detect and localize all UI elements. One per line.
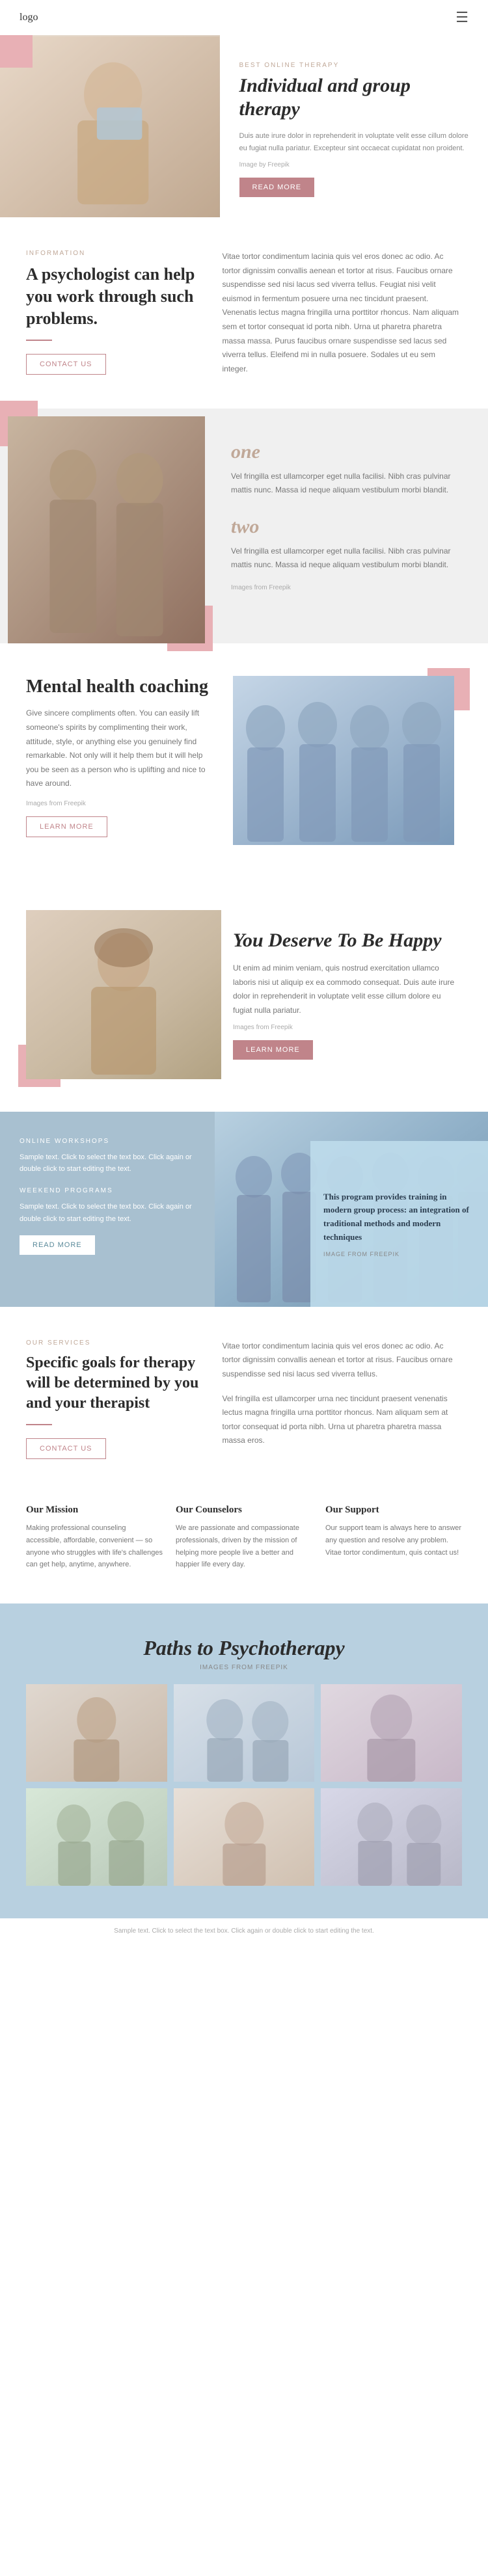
logo: logo — [20, 12, 38, 23]
one-two-section: one Vel fringilla est ullamcorper eget n… — [0, 409, 488, 643]
one-two-image — [0, 409, 205, 643]
hero-description: Duis aute irure dolor in reprehenderit i… — [239, 130, 469, 154]
paths-item-6 — [321, 1788, 462, 1886]
services-left: OUR SERVICES Specific goals for therapy … — [26, 1339, 223, 1460]
info-label: INFORMATION — [26, 250, 203, 257]
mental-section: Mental health coaching Give sincere comp… — [0, 643, 488, 878]
counselors-column: Our Counselors We are passionate and com… — [176, 1505, 312, 1571]
info-divider — [26, 340, 52, 341]
two-text: Vel fringilla est ullamcorper eget nulla… — [231, 544, 462, 571]
mental-title: Mental health coaching — [26, 676, 213, 698]
workshops-overlay-text: This program provides training in modern… — [323, 1190, 475, 1244]
paths-credit: Images from Freepik — [26, 1664, 462, 1671]
paths-item-3 — [321, 1684, 462, 1782]
mental-desc: Give sincere compliments often. You can … — [26, 706, 213, 791]
workshops-overlay: This program provides training in modern… — [310, 1141, 488, 1307]
paths-title: Paths to Psychotherapy — [26, 1636, 462, 1660]
info-left: INFORMATION A psychologist can help you … — [26, 250, 223, 376]
info-section: INFORMATION A psychologist can help you … — [0, 217, 488, 409]
happy-left — [26, 910, 213, 1079]
paths-item-2 — [174, 1684, 315, 1782]
paths-item-4 — [26, 1788, 167, 1886]
counselors-title: Our Counselors — [176, 1505, 312, 1516]
happy-title: You Deserve To Be Happy — [233, 929, 462, 952]
two-label: two — [231, 516, 462, 538]
support-text: Our support team is always here to answe… — [325, 1522, 462, 1559]
mental-right — [233, 676, 462, 845]
hero-image — [0, 35, 220, 217]
services-label: OUR SERVICES — [26, 1339, 203, 1347]
services-body: Vitae tortor condimentum lacinia quis ve… — [223, 1339, 463, 1382]
paths-grid — [26, 1684, 462, 1886]
services-title: Specific goals for therapy will be deter… — [26, 1353, 203, 1414]
services-divider — [26, 1424, 52, 1425]
mission-column: Our Mission Making professional counseli… — [26, 1505, 163, 1571]
mental-left: Mental health coaching Give sincere comp… — [26, 676, 213, 845]
workshops-right: This program provides training in modern… — [215, 1112, 488, 1307]
three-columns-section: Our Mission Making professional counseli… — [0, 1492, 488, 1603]
two-item: two Vel fringilla est ullamcorper eget n… — [231, 516, 462, 571]
one-label: one — [231, 441, 462, 463]
services-section: OUR SERVICES Specific goals for therapy … — [0, 1307, 488, 1492]
support-title: Our Support — [325, 1505, 462, 1516]
online-workshops-text: Sample text. Click to select the text bo… — [20, 1151, 195, 1175]
paths-section: Paths to Psychotherapy Images from Freep… — [0, 1603, 488, 1918]
workshops-overlay-credit: IMAGE FROM FREEPIK — [323, 1251, 475, 1257]
online-workshops-label: ONLINE WORKSHOPS — [20, 1138, 195, 1145]
happy-desc: Ut enim ad minim veniam, quis nostrud ex… — [233, 961, 462, 1017]
hero-read-more-button[interactable]: READ MORE — [239, 178, 315, 197]
paths-item-1 — [26, 1684, 167, 1782]
services-extra: Vel fringilla est ullamcorper urna nec t… — [223, 1392, 463, 1448]
workshops-read-more-button[interactable]: READ MORE — [20, 1235, 95, 1255]
one-two-content: one Vel fringilla est ullamcorper eget n… — [205, 409, 488, 643]
one-text: Vel fringilla est ullamcorper eget nulla… — [231, 470, 462, 496]
hero-tag: BEST ONLINE THERAPY — [239, 62, 469, 69]
happy-learn-more-button[interactable]: LEARN MORE — [233, 1040, 313, 1060]
info-contact-button[interactable]: CONTACT US — [26, 354, 106, 375]
services-right: Vitae tortor condimentum lacinia quis ve… — [223, 1339, 463, 1460]
info-body: Vitae tortor condimentum lacinia quis ve… — [223, 250, 463, 376]
footer-note: Sample text. Click to select the text bo… — [26, 1927, 462, 1935]
paths-item-5 — [174, 1788, 315, 1886]
weekend-text: Sample text. Click to select the text bo… — [20, 1201, 195, 1225]
mental-learn-more-button[interactable]: LEARN MORE — [26, 816, 107, 837]
info-right: Vitae tortor condimentum lacinia quis ve… — [223, 250, 463, 376]
services-contact-button[interactable]: CONTACT US — [26, 1438, 106, 1459]
navbar: logo ☰ — [0, 0, 488, 35]
counselors-text: We are passionate and compassionate prof… — [176, 1522, 312, 1571]
workshops-left: ONLINE WORKSHOPS Sample text. Click to s… — [0, 1112, 215, 1307]
weekend-programs-label: WEEKEND PROGRAMS — [20, 1187, 195, 1194]
mental-credit: Images from Freepik — [26, 800, 213, 807]
support-column: Our Support Our support team is always h… — [325, 1505, 462, 1571]
hero-title: Individual and group therapy — [239, 74, 469, 121]
mission-title: Our Mission — [26, 1505, 163, 1516]
footer: Sample text. Click to select the text bo… — [0, 1918, 488, 1944]
one-item: one Vel fringilla est ullamcorper eget n… — [231, 441, 462, 496]
workshops-section: ONLINE WORKSHOPS Sample text. Click to s… — [0, 1112, 488, 1307]
mission-text: Making professional counseling accessibl… — [26, 1522, 163, 1571]
happy-credit: Images from Freepik — [233, 1024, 462, 1031]
info-title: A psychologist can help you work through… — [26, 263, 203, 329]
one-two-credit: Images from Freepik — [231, 584, 462, 591]
hero-section: BEST ONLINE THERAPY Individual and group… — [0, 35, 488, 217]
hero-image-credit: Image by Freepik — [239, 161, 469, 168]
menu-icon[interactable]: ☰ — [455, 9, 468, 26]
hero-content: BEST ONLINE THERAPY Individual and group… — [220, 35, 488, 217]
happy-section: You Deserve To Be Happy Ut enim ad minim… — [0, 878, 488, 1112]
happy-right: You Deserve To Be Happy Ut enim ad minim… — [233, 910, 462, 1079]
pink-accent-top-left — [0, 35, 33, 68]
